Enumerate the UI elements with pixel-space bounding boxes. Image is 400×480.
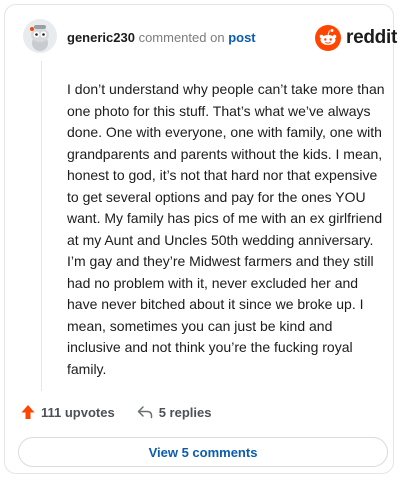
thread-line[interactable]: [41, 61, 42, 391]
reddit-wordmark: reddit: [346, 27, 397, 48]
comment-actions: 111 upvotes 5 replies: [21, 401, 211, 423]
reply-arrow-icon: [137, 406, 152, 419]
reddit-logo[interactable]: reddit: [315, 23, 397, 53]
commented-on-text: commented on: [138, 30, 225, 45]
comment-header: generic230 commented on post: [67, 30, 256, 45]
replies-button[interactable]: 5 replies: [137, 404, 212, 420]
user-avatar-icon[interactable]: [23, 19, 57, 53]
post-link[interactable]: post: [228, 30, 255, 45]
upvote-button[interactable]: 111 upvotes: [21, 404, 115, 420]
view-comments-button[interactable]: View 5 comments: [18, 437, 388, 467]
comment-body: I don’t understand why people can’t take…: [67, 81, 385, 377]
username-link[interactable]: generic230: [67, 30, 135, 45]
replies-count: 5 replies: [158, 404, 212, 420]
reddit-snoo-icon: [315, 25, 341, 51]
comment-card: generic230 commented on post reddit I do…: [4, 4, 397, 474]
upvote-count: 111 upvotes: [41, 404, 115, 420]
upvote-arrow-icon: [21, 405, 35, 419]
